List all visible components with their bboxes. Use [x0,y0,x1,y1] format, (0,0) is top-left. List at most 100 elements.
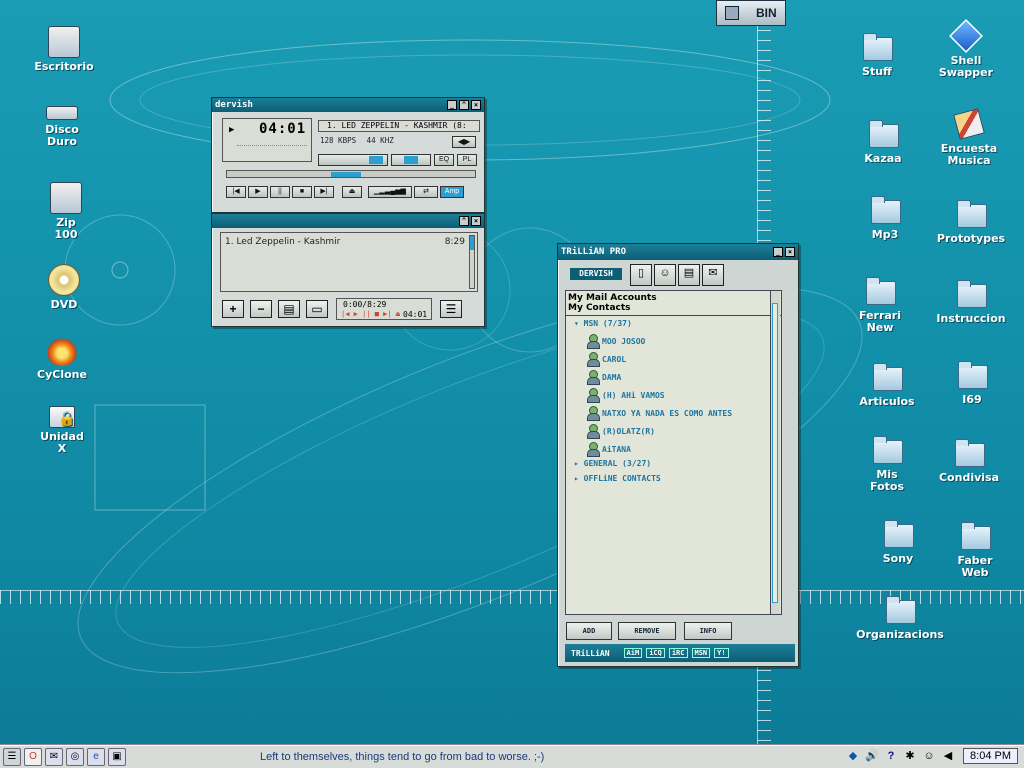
messenger-icon[interactable]: ☺ [921,748,937,764]
desktop-icon-mis-fotos[interactable]: Mis Fotos [847,434,927,493]
list-options-button[interactable]: ☰ [440,300,462,318]
desktop-icon-shell-swapper[interactable]: Shell Swapper [926,19,1006,79]
elapsed-time[interactable]: 04:01 [259,121,306,137]
previous-button[interactable]: |◀ [226,186,246,198]
info-button[interactable]: INFO [684,622,732,640]
contact-item[interactable]: AiTANA [586,441,631,457]
playlist-item[interactable]: 1. Led Zeppelin - Kashmir 8:29 [225,237,465,247]
playlist-toggle[interactable]: PL [457,154,477,166]
close-button[interactable]: × [471,216,481,226]
desktop-icon-disco-duro[interactable]: Disco Duro [24,106,100,148]
shell-swapper-tray-icon[interactable]: ◆ [845,748,861,764]
desktop-icon-sony[interactable]: Sony [858,518,938,565]
msn-button[interactable]: MSN [691,648,711,658]
remove-button[interactable]: − [250,300,272,318]
aim-button[interactable]: AiM [623,648,643,658]
desktop-icon-kazaa[interactable]: Kazaa [843,118,923,165]
network-icon[interactable]: ✱ [902,748,918,764]
clock[interactable]: 8:04 PM [963,748,1018,764]
visualizer[interactable] [237,145,307,157]
desktop-icon-faber-web[interactable]: Faber Web [935,520,1015,579]
playlist-scroll-thumb[interactable] [470,236,474,250]
desktop-icon-stuff[interactable]: Stuff [837,31,917,78]
start-menu-icon[interactable]: ☰ [3,748,21,766]
add-button[interactable]: + [222,300,244,318]
contact-item[interactable]: CAROL [586,351,626,367]
amp-logo[interactable]: Amp [440,186,464,198]
trillian-titlebar[interactable]: TRiLLiAN PRO _ × [558,244,798,260]
yahoo-button[interactable]: Y! [714,648,729,658]
stop-button[interactable]: ■ [292,186,312,198]
help-icon[interactable]: ? [883,748,899,764]
desktop-icon-articulos[interactable]: Articulos [847,361,927,408]
contact-item[interactable]: (R)OLATZ(R) [586,423,655,439]
playlist-titlebar[interactable]: ^ × [212,214,484,228]
desktop-icon-unidad-x[interactable]: Unidad X [22,406,102,455]
icq-button[interactable]: iCQ [646,648,665,658]
shade-button[interactable]: ^ [459,100,469,110]
shade-button[interactable]: ^ [459,216,469,226]
mail-client-icon[interactable]: ✉ [45,748,63,766]
browser-icon[interactable]: ◎ [66,748,84,766]
group-msn[interactable]: ▾ MSN (7/37) [574,319,632,328]
desktop-icon-instruccion[interactable]: Instruccion [931,278,1011,325]
volume-slider[interactable] [318,154,388,166]
contact-item[interactable]: MOO JOSOO [586,333,645,349]
play-button[interactable]: ▶ [248,186,268,198]
minimize-button[interactable]: _ [773,247,783,257]
irc-button[interactable]: iRC [668,648,688,658]
group-offline[interactable]: ▸ OFFLiNE CONTACTS [574,474,661,483]
repeat-button[interactable]: ⇄ [414,186,438,198]
remove-contact-button[interactable]: REMOVE [618,622,676,640]
pause-button[interactable]: || [270,186,290,198]
internet-explorer-icon[interactable]: e [87,748,105,766]
select-button[interactable]: ▤ [278,300,300,318]
misc-button[interactable]: ▭ [306,300,328,318]
desktop-icon-i69[interactable]: I69 [932,359,1012,406]
add-contact-button[interactable]: ADD [566,622,612,640]
minimize-button[interactable]: _ [447,100,457,110]
opera-icon[interactable]: O [24,748,42,766]
desktop-icon-zip[interactable]: Zip 100 [26,182,106,241]
contact-item[interactable]: DAMA [586,369,621,385]
close-button[interactable]: × [785,247,795,257]
player-titlebar[interactable]: dervish _ ^ × [212,98,484,112]
contact-scrollbar[interactable] [770,291,780,614]
window-icon[interactable]: ▤ [678,264,700,286]
eject-button[interactable]: ⏏ [342,186,362,198]
volume-icon[interactable]: 🔊 [864,748,880,764]
desktop-icon-encuesta-musica[interactable]: Encuesta Musica [929,108,1009,167]
my-mail-accounts[interactable]: My Mail Accounts [568,293,657,303]
group-general[interactable]: ▸ GENERAL (3/27) [574,459,651,468]
track-title-marquee[interactable]: 1. LED ZEPPELIN - KASHMIR (8: [318,120,480,132]
eq-button[interactable]: EQ [434,154,454,166]
seek-thumb[interactable] [331,172,361,177]
scroll-thumb[interactable] [772,303,778,603]
icon-label: Unidad X [40,430,84,455]
desktop-icon-escritorio[interactable]: Escritorio [24,26,104,73]
next-button[interactable]: ▶| [314,186,334,198]
mini-transport-icon[interactable]: |◀ ▶ || ■ ▶| ⏏ [341,310,400,318]
desktop-icon-condivisa[interactable]: Condivisa [929,437,1009,484]
phone-icon[interactable]: ▯ [630,264,652,286]
desktop-icon-mp3[interactable]: Mp3 [845,194,925,241]
seek-bar[interactable] [226,170,476,178]
desktop-icon-prototypes[interactable]: Prototypes [931,198,1011,245]
playlist-scrollbar[interactable] [469,235,475,289]
desktop-icon-ferrari-new[interactable]: Ferrari New [840,275,920,334]
users-icon[interactable]: ☺ [654,264,676,286]
desktop-icon-cyclone[interactable]: CyClone [22,334,102,381]
desktop-icon-organizacions[interactable]: Organizacions [850,594,950,641]
contact-item[interactable]: NATXO YA NADA ES COMO ANTES [586,405,732,421]
balance-slider[interactable] [391,154,431,166]
tray-expand-icon[interactable]: ◀ [940,748,956,764]
volume-bars[interactable]: ▁▂▃▄▅▆ [368,186,412,198]
folder-icon [871,361,903,393]
desktop-shortcut-icon[interactable]: ▣ [108,748,126,766]
my-contacts[interactable]: My Contacts [568,303,631,313]
desktop-icon-dvd[interactable]: DVD [24,264,104,311]
mail-icon[interactable]: ✉ [702,264,724,286]
contact-item[interactable]: (H) AHi VAMOS [586,387,665,403]
close-button[interactable]: × [471,100,481,110]
bin-icon[interactable]: BIN [716,0,786,26]
